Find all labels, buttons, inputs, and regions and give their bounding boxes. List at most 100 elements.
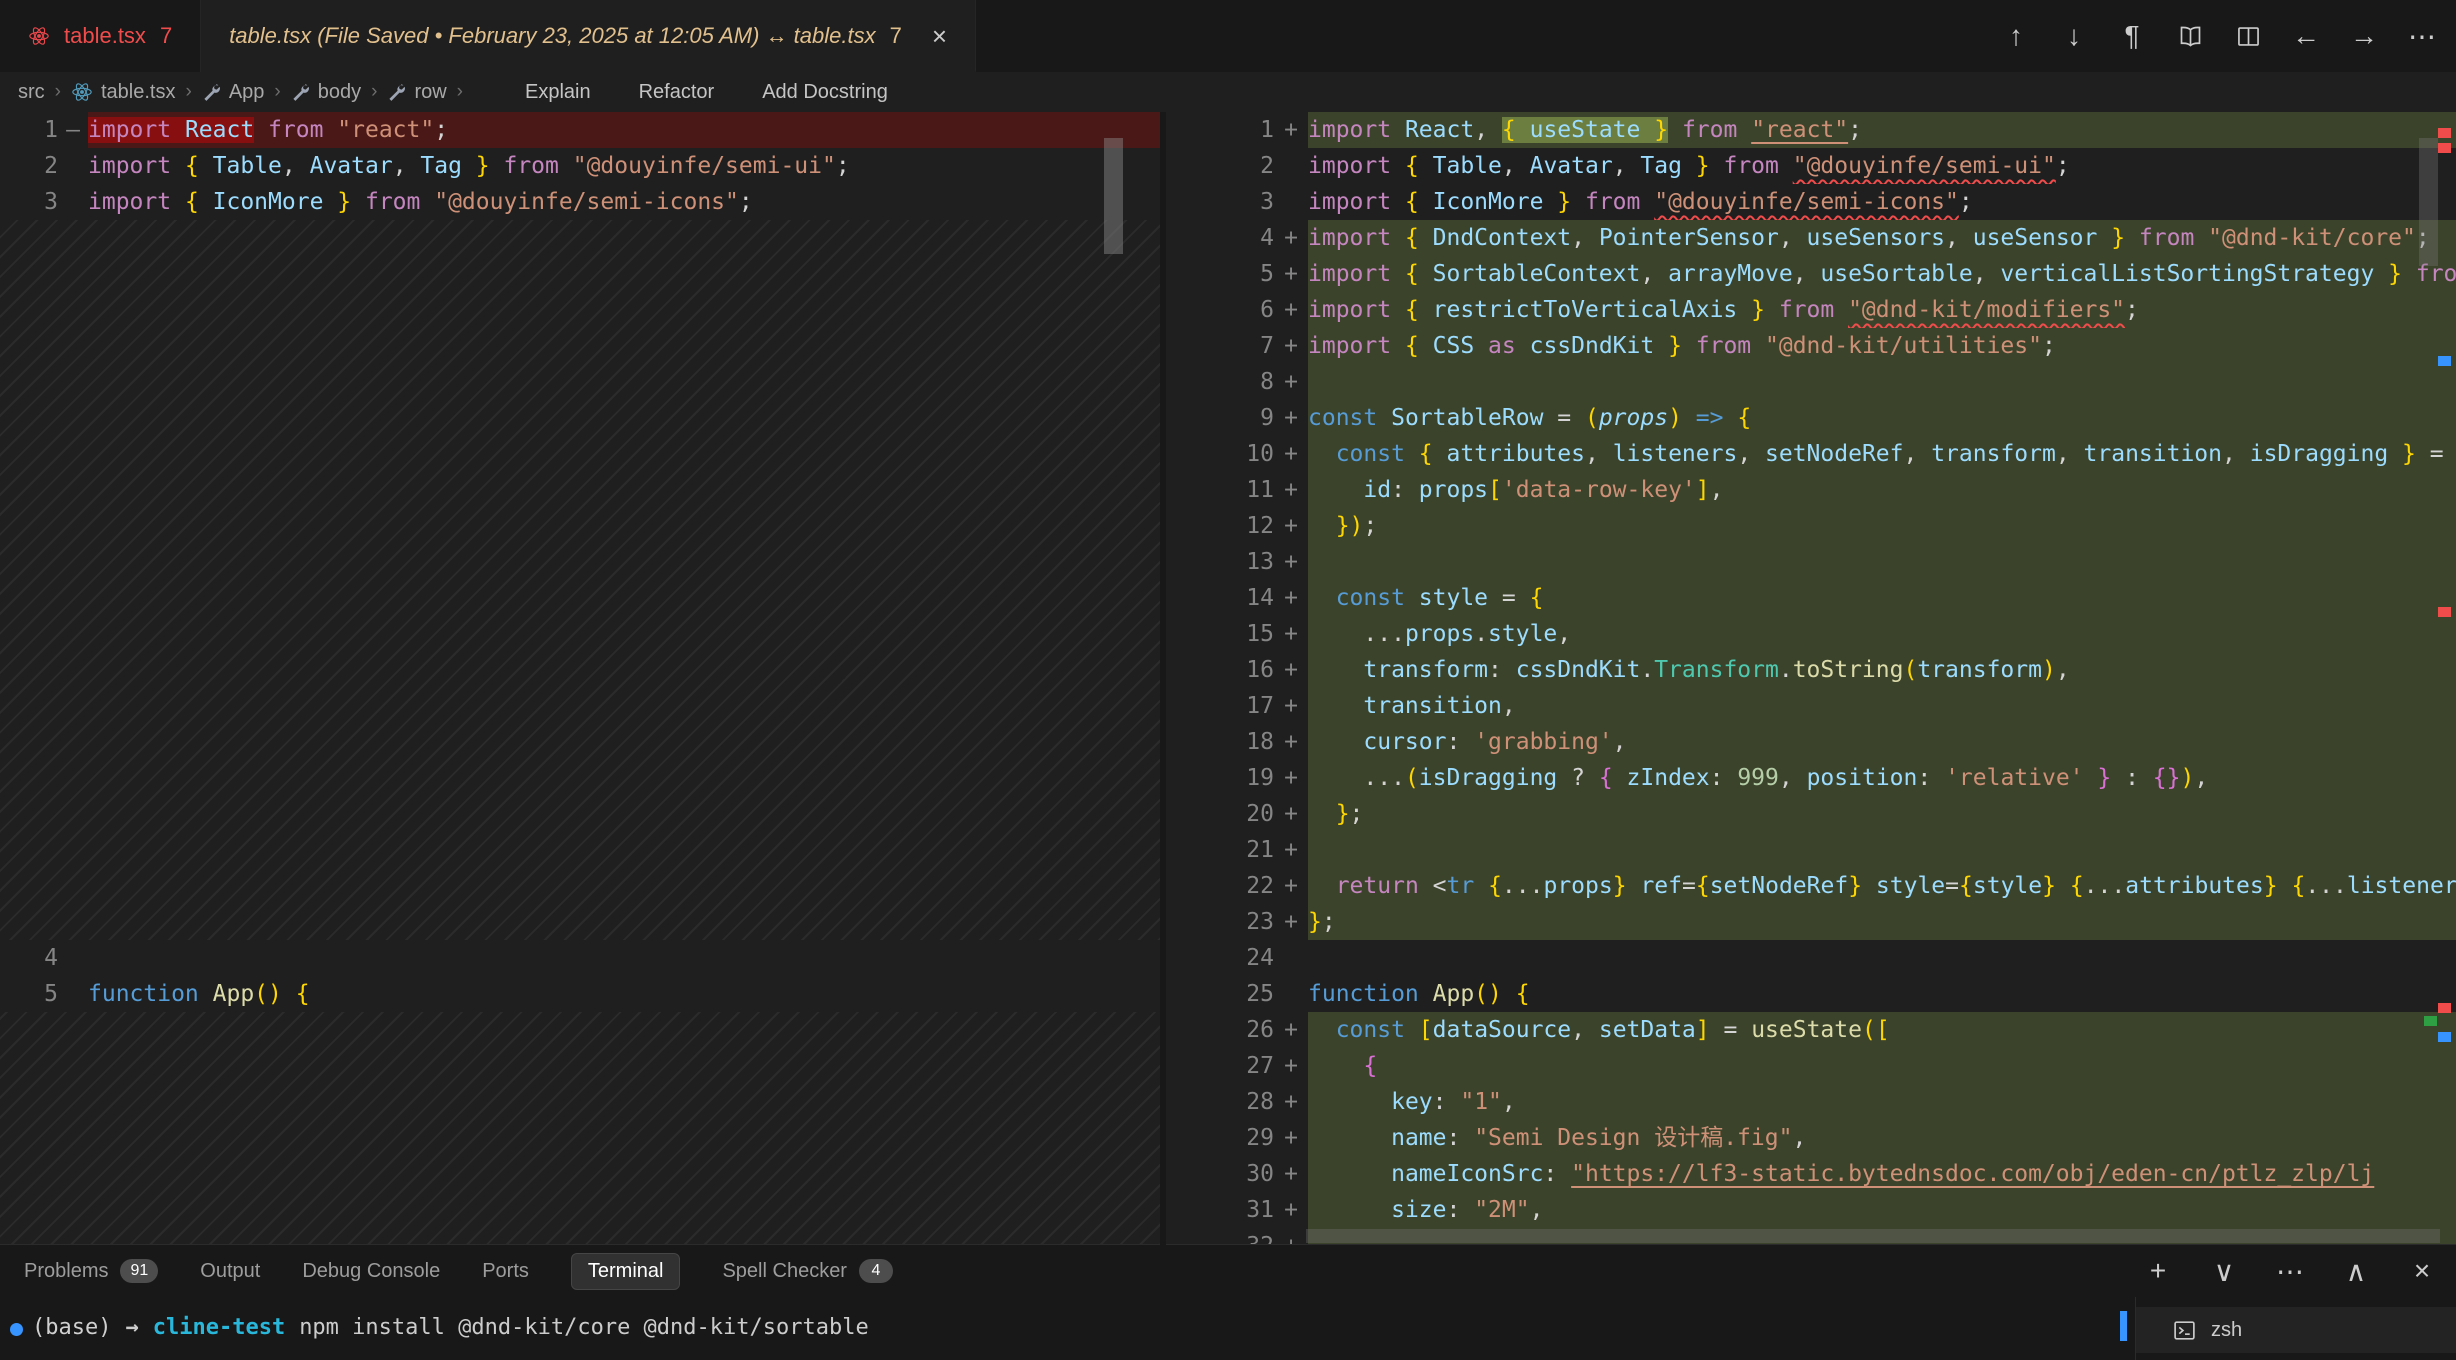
code-token: ... bbox=[2305, 873, 2347, 899]
code-token: import bbox=[88, 117, 185, 143]
code-token: IconMore bbox=[213, 189, 324, 215]
previous-change-icon[interactable]: ↑ bbox=[1992, 12, 2040, 60]
code-token: ) bbox=[2042, 657, 2056, 683]
panel-tab-badge: 4 bbox=[859, 1259, 893, 1283]
code-token: , bbox=[2222, 441, 2250, 467]
code-token: ? bbox=[1557, 765, 1599, 791]
code-token: = bbox=[2416, 441, 2456, 467]
diff-sash[interactable] bbox=[1160, 112, 1166, 1245]
code-token: ) bbox=[2181, 765, 2195, 791]
code-line-content bbox=[1308, 940, 2456, 976]
panel-tab-output[interactable]: Output bbox=[200, 1260, 260, 1283]
breadcrumb-item-table-tsx[interactable]: table.tsx bbox=[71, 81, 175, 104]
code-token: , bbox=[1474, 117, 1502, 143]
diff-change-marker: + bbox=[1274, 652, 1308, 688]
code-token: [ bbox=[1419, 1017, 1433, 1043]
horizontal-scrollbar-thumb[interactable] bbox=[1306, 1229, 2440, 1243]
code-token: style bbox=[1488, 621, 1557, 647]
diff-change-marker: + bbox=[1274, 112, 1308, 148]
breadcrumb-item-src[interactable]: src bbox=[18, 81, 45, 104]
close-panel-icon[interactable]: × bbox=[2404, 1253, 2440, 1289]
code-token: const bbox=[1336, 1017, 1419, 1043]
navigate-forward-icon[interactable]: → bbox=[2340, 12, 2388, 60]
code-token: toString bbox=[1793, 657, 1904, 683]
line-number: 26 bbox=[1166, 1012, 1274, 1048]
tab-problems-badge: 7 bbox=[160, 23, 172, 49]
diff-change-marker: + bbox=[1274, 1192, 1308, 1228]
panel-tab-problems[interactable]: Problems91 bbox=[24, 1259, 158, 1283]
diff-change-marker: + bbox=[1274, 832, 1308, 868]
wrench-icon bbox=[387, 83, 406, 102]
navigate-back-icon[interactable]: ← bbox=[2282, 12, 2330, 60]
code-token: transform bbox=[1363, 657, 1488, 683]
code-token: "Semi Design 设计稿.fig" bbox=[1474, 1125, 1792, 1151]
code-token: cssDndKit bbox=[1530, 333, 1655, 359]
code-token: 'relative' bbox=[1945, 765, 2083, 791]
diff-change-marker: + bbox=[1274, 400, 1308, 436]
tab-label: table.tsx (File Saved • February 23, 202… bbox=[229, 23, 875, 49]
left-scrollbar-thumb[interactable] bbox=[1104, 138, 1123, 254]
panel-tab-ports[interactable]: Ports bbox=[482, 1260, 529, 1283]
code-token: { bbox=[185, 153, 213, 179]
terminal-output[interactable]: (base) → cline-test npm install @dnd-kit… bbox=[0, 1297, 2136, 1360]
terminal-tab-partial[interactable] bbox=[2136, 1353, 2456, 1360]
terminal-tab-zsh[interactable]: zsh bbox=[2136, 1307, 2456, 1353]
diff-modified-pane[interactable]: 1+import React, { useState } from "react… bbox=[1166, 112, 2456, 1245]
code-line: 9+const SortableRow = (props) => { bbox=[1166, 400, 2456, 436]
breadcrumb-item-body[interactable]: body bbox=[291, 81, 361, 104]
code-line-content bbox=[1308, 364, 2456, 400]
breadcrumb-item-app[interactable]: App bbox=[202, 81, 265, 104]
code-action-add-docstring[interactable]: Add Docstring bbox=[762, 81, 888, 104]
split-editor-icon[interactable] bbox=[2224, 12, 2272, 60]
code-token: from bbox=[268, 117, 337, 143]
code-action-refactor[interactable]: Refactor bbox=[639, 81, 715, 104]
code-token: , bbox=[1571, 1017, 1599, 1043]
line-number: 21 bbox=[1166, 832, 1274, 868]
toggle-whitespace-icon[interactable]: ¶ bbox=[2108, 12, 2156, 60]
code-token: } bbox=[2042, 873, 2056, 899]
right-scrollbar-thumb[interactable] bbox=[2419, 138, 2438, 266]
diff-original-pane[interactable]: 1–import React from "react";2import { Ta… bbox=[0, 112, 1160, 1245]
chevron-right-icon: › bbox=[55, 81, 61, 103]
code-token: Tag bbox=[420, 153, 462, 179]
code-token: SortableContext bbox=[1433, 261, 1641, 287]
launch-profile-chevron-icon[interactable]: ∨ bbox=[2206, 1253, 2242, 1289]
code-line: 3import { IconMore } from "@douyinfe/sem… bbox=[1166, 184, 2456, 220]
file-icon bbox=[28, 25, 50, 47]
code-token: verticalListSortingStrategy bbox=[2000, 261, 2374, 287]
code-token: import bbox=[88, 153, 185, 179]
code-token: = bbox=[1543, 405, 1585, 431]
panel-tab-debug-console[interactable]: Debug Console bbox=[302, 1260, 440, 1283]
overview-ruler-mark bbox=[2438, 1032, 2451, 1042]
code-line-content: }); bbox=[1308, 508, 2456, 544]
code-token: "@douyinfe/semi-ui" bbox=[1793, 153, 2056, 179]
panel-tab-spell-checker[interactable]: Spell Checker4 bbox=[722, 1259, 893, 1283]
line-number: 16 bbox=[1166, 652, 1274, 688]
next-change-icon[interactable]: ↓ bbox=[2050, 12, 2098, 60]
more-actions-icon[interactable]: ⋯ bbox=[2398, 12, 2446, 60]
maximize-panel-icon[interactable]: ∧ bbox=[2338, 1253, 2374, 1289]
code-token: props bbox=[1405, 621, 1474, 647]
panel-more-actions-icon[interactable]: ⋯ bbox=[2272, 1253, 2308, 1289]
code-token: ; bbox=[1959, 189, 1973, 215]
editor-tab-table-tsx[interactable]: table.tsx7 bbox=[0, 0, 201, 72]
new-terminal-icon[interactable]: + bbox=[2140, 1253, 2176, 1289]
code-token bbox=[1308, 1161, 1391, 1187]
panel-tab-terminal[interactable]: Terminal bbox=[571, 1253, 681, 1290]
code-action-explain[interactable]: Explain bbox=[525, 81, 591, 104]
code-line: 19+ ...(isDragging ? { zIndex: 999, posi… bbox=[1166, 760, 2456, 796]
tab-close-icon[interactable]: × bbox=[932, 23, 947, 49]
line-number: 32 bbox=[1166, 1228, 1274, 1245]
command-decoration-dot[interactable] bbox=[10, 1323, 23, 1336]
code-token bbox=[1308, 1125, 1391, 1151]
panel-tab-label: Output bbox=[200, 1260, 260, 1283]
editor-tab-table-tsx-f[interactable]: table.tsx (File Saved • February 23, 202… bbox=[201, 0, 976, 72]
code-token: transform bbox=[1917, 657, 2042, 683]
code-token: listeners bbox=[2347, 873, 2456, 899]
code-token: { bbox=[1405, 297, 1433, 323]
code-token: { bbox=[1405, 333, 1433, 359]
accessible-diff-viewer-icon[interactable] bbox=[2166, 12, 2214, 60]
code-line: 15+ ...props.style, bbox=[1166, 616, 2456, 652]
breadcrumb-item-row[interactable]: row bbox=[387, 81, 446, 104]
code-token: { bbox=[185, 189, 213, 215]
